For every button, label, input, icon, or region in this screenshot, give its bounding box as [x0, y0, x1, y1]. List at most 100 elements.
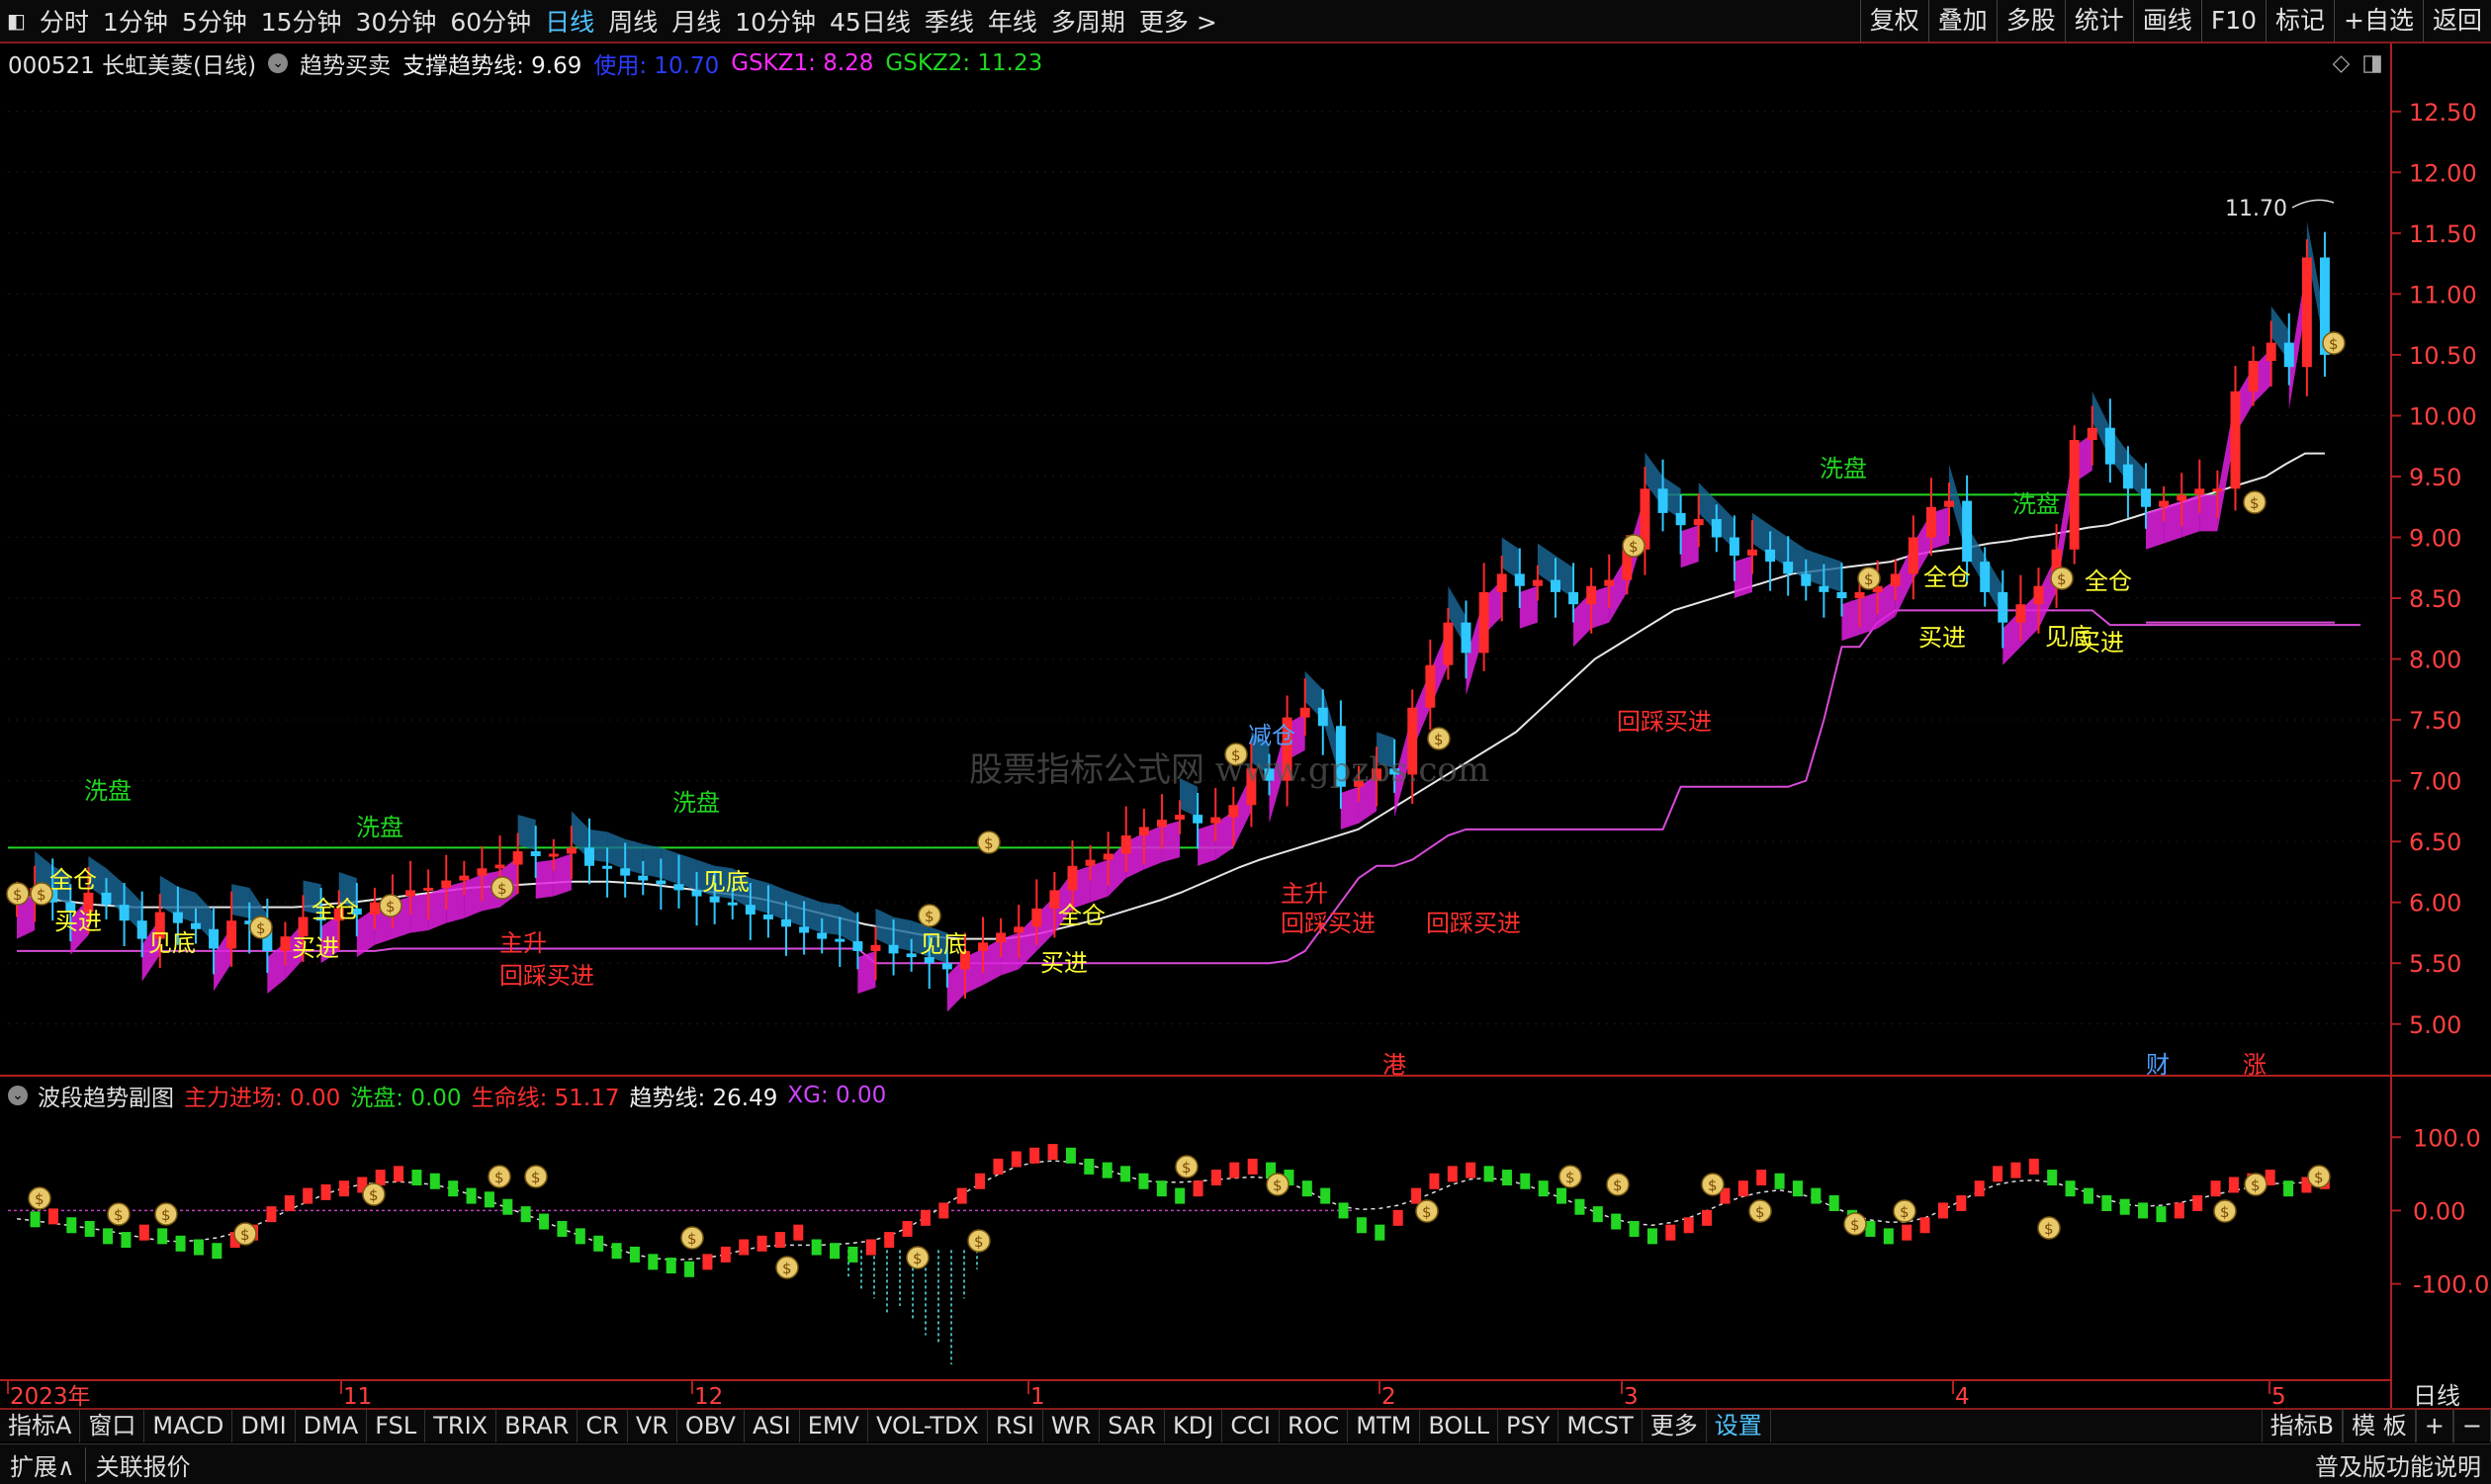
candle-body	[2230, 391, 2241, 489]
last-price-label: 11.70	[2225, 197, 2287, 221]
sub-y-tick-label: 100.0	[2413, 1124, 2481, 1152]
candle-body	[673, 884, 684, 891]
money-bag-icon: $	[35, 1190, 44, 1208]
indicator-tab[interactable]: MTM	[1348, 1409, 1421, 1442]
money-bag-icon: $	[114, 1206, 124, 1224]
indicator-tab[interactable]: VOL-TDX	[868, 1409, 988, 1442]
momentum-block	[1683, 1217, 1694, 1234]
status-bar: 扩展∧ 关联报价 普及版功能说明	[0, 1443, 2491, 1484]
related-quote-button[interactable]: 关联报价	[84, 1446, 201, 1482]
money-bag-icon: $	[984, 834, 994, 852]
momentum-block	[448, 1180, 459, 1197]
trend-band	[1090, 859, 1109, 903]
candle-body	[459, 875, 470, 881]
candle-body	[1461, 622, 1471, 654]
indicator-tab[interactable]: OBV	[677, 1409, 745, 1442]
indicator-tab[interactable]: DMI	[232, 1409, 296, 1442]
momentum-block	[539, 1213, 550, 1230]
indicator-right-button[interactable]: +	[2415, 1409, 2453, 1442]
y-tick-label: 11.00	[2409, 281, 2477, 308]
money-bag-icon: $	[369, 1186, 379, 1204]
indicator-tab[interactable]: EMV	[800, 1409, 868, 1442]
momentum-block	[1737, 1180, 1748, 1197]
signal-annotation: 买进	[54, 908, 102, 935]
candle-body	[548, 853, 559, 857]
trend-band	[1501, 537, 1520, 580]
indicator-tab[interactable]: MACD	[144, 1409, 233, 1442]
y-tick-label: 7.00	[2409, 768, 2461, 796]
trend-band	[1752, 512, 1771, 556]
indicator-tab[interactable]: TRIX	[425, 1409, 497, 1442]
candle-body	[906, 953, 917, 958]
indicator-tab[interactable]: RSI	[988, 1409, 1043, 1442]
candle-body	[817, 932, 828, 939]
indicator-tab[interactable]: ASI	[745, 1409, 800, 1442]
money-bag-icon: $	[13, 886, 23, 904]
indicator-tab[interactable]: DMA	[296, 1409, 368, 1442]
trend-band	[1340, 786, 1359, 829]
indicator-right-button[interactable]: 指标B	[2261, 1409, 2344, 1442]
xp-value: 洗盘: 0.00	[350, 1086, 462, 1111]
signal-annotation: 主升	[1281, 880, 1328, 908]
momentum-block	[212, 1243, 222, 1260]
momentum-block	[1919, 1217, 1930, 1234]
indicator-tab[interactable]: 更多	[1643, 1409, 1707, 1442]
chart-area[interactable]: $ $ $ $ $ $ $ $ $ $ $ $ $ $ $ $ $ $ $ $ $ $ $ $ 12.50 12.00 11.50…	[0, 0, 2491, 1408]
candle-body	[602, 865, 613, 869]
candle-body	[620, 868, 631, 876]
sub-dropdown-icon[interactable]: ⌄	[8, 1086, 28, 1105]
indicator-tab[interactable]: VR	[628, 1409, 677, 1442]
signal-annotation: 洗盘	[356, 814, 403, 841]
momentum-block	[1828, 1195, 1839, 1211]
indicator-tab[interactable]: 设置	[1707, 1409, 1771, 1442]
sub-y-tick-label: -100.0	[2413, 1271, 2489, 1299]
trend-band	[535, 859, 554, 900]
candle-body	[2266, 342, 2276, 362]
indicator-tab[interactable]: FSL	[367, 1409, 426, 1442]
trend-band	[159, 875, 178, 917]
indicator-tab[interactable]: KDJ	[1165, 1409, 1223, 1442]
help-link[interactable]: 普及版功能说明	[2305, 1447, 2491, 1482]
momentum-block	[648, 1254, 659, 1270]
indicator-right-button[interactable]: −	[2452, 1409, 2491, 1442]
y-tick-label: 10.00	[2409, 402, 2477, 430]
momentum-block	[1229, 1162, 1240, 1178]
indicator-tab[interactable]: CCI	[1222, 1409, 1280, 1442]
signal-annotation: 全仓	[49, 866, 97, 894]
candle-body	[584, 847, 594, 866]
y-tick-label: 6.50	[2409, 829, 2461, 856]
candle-body	[1193, 815, 1203, 824]
candle-body	[1693, 519, 1704, 526]
momentum-block	[593, 1235, 604, 1252]
momentum-block	[2174, 1202, 2184, 1219]
trend-band	[1859, 591, 1878, 635]
indicator-tab[interactable]: 指标A	[0, 1409, 81, 1442]
candle-body	[1478, 591, 1489, 654]
indicator-tab[interactable]: ROC	[1280, 1409, 1349, 1442]
momentum-block	[193, 1239, 204, 1256]
candle-body	[2283, 342, 2294, 368]
indicator-tab[interactable]: BRAR	[496, 1409, 578, 1442]
candle-body	[1925, 506, 1936, 538]
candle-body	[1980, 562, 1991, 592]
candle-body	[941, 963, 952, 970]
indicator-tab[interactable]: SAR	[1100, 1409, 1166, 1442]
momentum-block	[320, 1183, 331, 1200]
momentum-block	[121, 1232, 132, 1249]
indicator-tab[interactable]: WR	[1043, 1409, 1101, 1442]
momentum-block	[1483, 1166, 1494, 1182]
candle-body	[1120, 835, 1131, 854]
expand-button[interactable]: 扩展∧	[0, 1447, 85, 1482]
indicator-tab[interactable]: 窗口	[80, 1409, 145, 1442]
signal-annotation: 见底	[2045, 623, 2092, 651]
momentum-block	[2192, 1195, 2203, 1211]
indicator-tab[interactable]: CR	[578, 1409, 628, 1442]
trend-band	[356, 908, 375, 958]
indicator-tab[interactable]: MCST	[1558, 1409, 1643, 1442]
momentum-block	[1210, 1170, 1221, 1186]
sub-indicator-name[interactable]: 波段趋势副图	[38, 1079, 174, 1112]
indicator-tab[interactable]: PSY	[1498, 1409, 1559, 1442]
indicator-tab[interactable]: BOLL	[1420, 1409, 1499, 1442]
indicator-right-button[interactable]: 模 板	[2343, 1409, 2416, 1442]
candle-body	[172, 912, 183, 923]
